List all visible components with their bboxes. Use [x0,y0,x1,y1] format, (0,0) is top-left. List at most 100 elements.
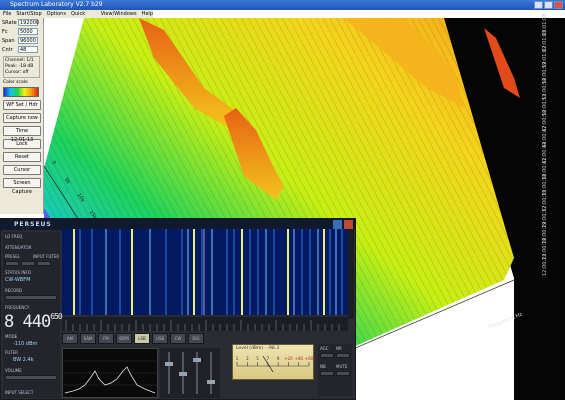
menu-start-stop[interactable]: Start/Stop [16,10,41,18]
field-label: Fc [2,28,8,35]
field-label: SRate [2,19,17,26]
fader-panel [160,348,220,398]
menu-help[interactable]: Help [142,10,153,18]
frequency-strip-ticks [65,320,340,331]
waterfall-scrollbar[interactable] [348,229,354,319]
time-tick-label: 12:00:23 [542,253,548,276]
app-title: Spectrum Laboratory V2.7 b29 [10,1,103,8]
perseus-minimize-button[interactable] [333,220,342,229]
menu-quick-settings[interactable]: Quick Settings [71,10,96,25]
bandwidth-value: BW 2.4k [13,357,34,363]
frequency-main: 8 440 [4,312,51,332]
fader-slider[interactable] [179,352,187,394]
minimize-button[interactable] [534,1,543,9]
panel-label: FILTER [5,350,18,355]
volume-button[interactable] [5,375,57,380]
main-titlebar: Spectrum Laboratory V2.7 b29 [0,0,565,10]
field-label: Span [2,37,15,44]
mode-button-fm[interactable]: FM [98,333,114,344]
fc-input[interactable]: 5000 [18,28,38,35]
panel-label: NB [320,364,326,369]
agc-button[interactable] [320,353,334,358]
perseus-close-button[interactable] [344,220,353,229]
span-input[interactable]: 96000 [18,37,38,44]
fader-slider[interactable] [165,352,173,394]
mode-button-sam[interactable]: SAM [80,333,96,344]
mode-button-lsb[interactable]: LSB [134,333,150,344]
mode-button-cw[interactable]: CW [170,333,186,344]
status-value: CW-WBFM [5,277,31,283]
mode-button-usb[interactable]: USB [152,333,168,344]
field-row-srate: SRate 192000 [0,18,43,27]
colorbar-label: Color scale [3,80,28,85]
meter-tick-label: +60 [305,356,313,361]
panel-label: LO FREQ [5,234,23,239]
menu-file[interactable]: File [3,10,11,18]
mode-button-row: AM SAM FM DRM LSB USB CW DIG [62,333,282,344]
level-value: -110 dBm [13,341,38,347]
perseus-title: PERSEUS [14,221,52,228]
screen-capture-button[interactable]: Screen Capture [3,178,41,195]
nb-button[interactable] [320,371,334,376]
close-button[interactable] [554,1,563,9]
capture-button[interactable]: Capture now [3,113,41,123]
nr-button[interactable] [336,353,350,358]
presel-button[interactable] [21,261,35,266]
srate-input[interactable]: 192000 [18,19,39,26]
panel-label: MODE [5,334,18,339]
fader-slider[interactable] [193,352,201,394]
mode-button-drm[interactable]: DRM [116,333,132,344]
panel-label: NR [336,346,342,351]
perseus-left-panel: LO FREQ ATTENUATOR PRESEL INPUT FILTER S… [3,232,63,398]
menu-view-windows[interactable]: View/Windows [101,10,137,18]
frequency-fine: 650 [50,312,62,321]
panel-label: AGC [320,346,329,351]
field-row-span: Span 96000 [0,36,43,45]
wf-settings-button[interactable]: WF Set / Hdr [3,100,41,110]
mute-button[interactable] [336,371,350,376]
reset-button[interactable]: Reset [3,152,41,162]
color-scale-bar[interactable] [3,87,39,97]
panel-label: MUTE [336,364,348,369]
panel-label: FREQUENCY [5,305,30,310]
filter-button[interactable] [37,261,51,266]
cntr-input[interactable]: 48 [18,46,38,53]
audio-spectrum[interactable] [62,348,158,398]
cursor-button[interactable]: Cursor [3,165,41,175]
meter-scale: 1 3 5 7 9 +20 +40 +60 [236,355,314,373]
panel-label: INPUT SELECT [5,390,34,395]
control-panel: SRate 192000 Fc 5000 Span 96000 Cntr 48 … [0,18,44,214]
perseus-waterfall[interactable] [62,229,348,315]
meter-tick-label: +40 [294,356,303,361]
meter-label: Level (dBm) · -98.3 [236,346,280,351]
panel-label: RECORD [5,288,23,293]
record-button[interactable] [5,295,57,300]
field-row-cntr: Cntr 48 [0,45,43,54]
field-label: Cntr [2,46,13,53]
perseus-right-panel: AGC NR NB MUTE [318,344,352,396]
perseus-frequency-strip[interactable] [62,317,348,331]
field-row-fc: Fc 5000 [0,27,43,36]
info-line: Cursor: off [5,70,29,75]
frequency-display[interactable]: 8 440650 [4,312,63,332]
meter-tick-label: 9 [277,356,280,361]
mode-button-am[interactable]: AM [62,333,78,344]
time-button[interactable]: Time 12:01:13 [3,126,41,143]
menu-bar: File Start/Stop Options Quick Settings V… [0,10,153,25]
audio-spectrum-trace [63,360,157,394]
menu-options[interactable]: Options [47,10,66,18]
meter-tick-label: +20 [284,356,293,361]
panel-label: PRESEL [5,254,21,259]
meter-tick-label: 5 [256,356,259,361]
waterfall-lines [73,229,343,315]
mode-button-dig[interactable]: DIG [188,333,204,344]
attenuator-button[interactable] [5,261,19,266]
meter-tick-label: 1 [236,356,239,361]
info-box: Channel: 1/1 Peak: -18 dB Cursor: off [3,56,40,78]
maximize-button[interactable] [544,1,553,9]
meter-tick-label: 3 [246,356,249,361]
panel-label: STATUS INFO [5,270,31,275]
window-controls [534,1,563,9]
lock-button[interactable]: Lock [3,139,41,149]
fader-slider[interactable] [207,352,215,394]
